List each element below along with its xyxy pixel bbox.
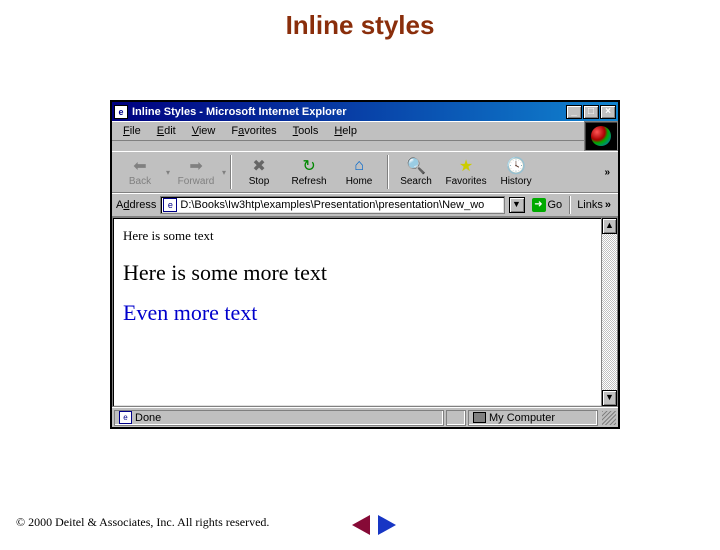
menu-tools[interactable]: Tools (286, 124, 326, 138)
status-zone-text: My Computer (489, 412, 555, 424)
status-page-icon: e (119, 411, 132, 424)
close-button[interactable]: × (600, 105, 616, 119)
status-zone: My Computer (468, 410, 598, 426)
resize-grip[interactable] (602, 411, 616, 425)
copyright-footer: © 2000 Deitel & Associates, Inc. All rig… (16, 515, 269, 530)
refresh-label: Refresh (292, 176, 327, 187)
links-label: Links (577, 199, 603, 211)
scroll-up-button[interactable]: ▲ (602, 218, 617, 234)
ie-icon: e (114, 105, 128, 119)
toolbar: ⬅ Back ▾ ➡ Forward ▾ ✖ Stop ↻ Refresh ⌂ … (112, 151, 618, 193)
history-button[interactable]: 🕓 History (492, 157, 540, 187)
scroll-down-button[interactable]: ▼ (602, 390, 617, 406)
address-field[interactable]: e D:\Books\Iw3htp\examples\Presentation\… (160, 196, 504, 214)
address-bar: Address e D:\Books\Iw3htp\examples\Prese… (112, 193, 618, 217)
links-button[interactable]: Links » (574, 199, 614, 211)
slide-title: Inline styles (0, 10, 720, 41)
links-overflow: » (605, 199, 611, 211)
scroll-track[interactable] (602, 234, 617, 390)
back-button[interactable]: ⬅ Back (116, 157, 164, 187)
prev-slide-button[interactable] (350, 514, 372, 536)
forward-label: Forward (178, 176, 215, 187)
slide-nav (350, 514, 398, 536)
content-viewport: Here is some text Here is some more text… (112, 217, 618, 407)
forward-arrow-icon: ➡ (186, 157, 206, 175)
minimize-button[interactable]: _ (566, 105, 582, 119)
stop-icon: ✖ (249, 157, 269, 175)
page-text-1: Here is some text (123, 228, 607, 244)
titlebar[interactable]: e Inline Styles - Microsoft Internet Exp… (112, 102, 618, 121)
menu-view[interactable]: View (185, 124, 223, 138)
search-label: Search (400, 176, 432, 187)
search-icon: 🔍 (406, 157, 426, 175)
status-main: e Done (114, 410, 444, 426)
address-value: D:\Books\Iw3htp\examples\Presentation\pr… (180, 199, 484, 211)
address-dropdown[interactable]: ▼ (509, 197, 525, 213)
forward-button[interactable]: ➡ Forward (172, 157, 220, 187)
history-label: History (500, 176, 531, 187)
vertical-scrollbar[interactable]: ▲ ▼ (601, 218, 617, 406)
page-text-2: Here is some more text (123, 260, 607, 286)
stop-label: Stop (249, 176, 270, 187)
back-label: Back (129, 176, 151, 187)
go-icon: ➜ (532, 198, 546, 212)
home-label: Home (346, 176, 373, 187)
favorites-icon: ★ (456, 157, 476, 175)
home-button[interactable]: ⌂ Home (335, 157, 383, 187)
statusbar: e Done My Computer (112, 407, 618, 427)
home-icon: ⌂ (349, 157, 369, 175)
triangle-left-icon (352, 515, 370, 535)
maximize-button[interactable]: □ (583, 105, 599, 119)
history-icon: 🕓 (506, 157, 526, 175)
menu-edit[interactable]: Edit (150, 124, 183, 138)
refresh-button[interactable]: ↻ Refresh (285, 157, 333, 187)
menu-file[interactable]: File (116, 124, 148, 138)
next-slide-button[interactable] (376, 514, 398, 536)
triangle-right-icon (378, 515, 396, 535)
search-button[interactable]: 🔍 Search (392, 157, 440, 187)
address-label: Address (116, 199, 156, 211)
ie-window: e Inline Styles - Microsoft Internet Exp… (110, 100, 620, 429)
back-arrow-icon: ⬅ (130, 157, 150, 175)
ie-throbber-icon (584, 121, 618, 151)
favorites-button[interactable]: ★ Favorites (442, 157, 490, 187)
status-empty-1 (446, 410, 466, 426)
go-label: Go (548, 199, 563, 211)
stop-button[interactable]: ✖ Stop (235, 157, 283, 187)
computer-icon (473, 412, 486, 423)
toolbar-overflow[interactable]: » (604, 167, 614, 178)
menubar: File Edit View Favorites Tools Help (112, 121, 584, 141)
menu-favorites[interactable]: Favorites (224, 124, 283, 138)
window-title: Inline Styles - Microsoft Internet Explo… (132, 106, 566, 118)
menu-help[interactable]: Help (327, 124, 364, 138)
go-button[interactable]: ➜ Go (529, 198, 566, 212)
refresh-icon: ↻ (299, 157, 319, 175)
favorites-label: Favorites (445, 176, 486, 187)
page-text-3: Even more text (123, 300, 607, 326)
status-text: Done (135, 412, 161, 424)
page-icon: e (163, 198, 177, 212)
